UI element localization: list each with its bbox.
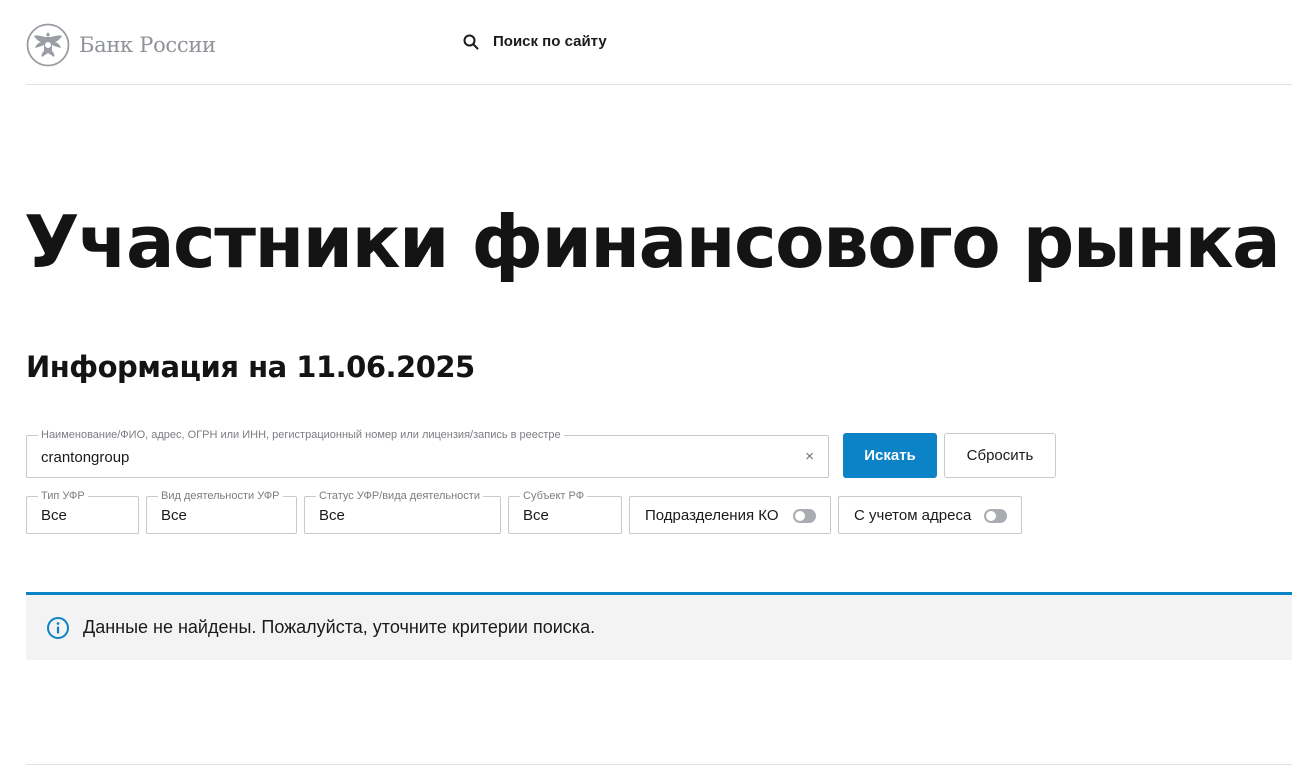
filter-status-select[interactable]: Статус УФР/вида деятельности Все	[304, 489, 501, 534]
no-results-notice: Данные не найдены. Пожалуйста, уточните …	[26, 592, 1292, 660]
branches-switch[interactable]	[793, 509, 816, 523]
notice-text: Данные не найдены. Пожалуйста, уточните …	[83, 617, 596, 637]
toggle-branches[interactable]: Подразделения КО	[629, 496, 831, 534]
filter-activity-type-select[interactable]: Вид деятельности УФР Все	[146, 489, 297, 534]
search-icon	[463, 34, 479, 49]
filter-legend: Статус УФР/вида деятельности	[316, 489, 483, 503]
filter-value: Все	[319, 507, 345, 524]
page-title: Участники финансового рынка	[24, 200, 1281, 284]
toggle-label: Подразделения КО	[645, 506, 779, 524]
search-submit-button[interactable]: Искать	[843, 433, 937, 478]
reset-button[interactable]: Сбросить	[944, 433, 1056, 478]
filter-value: Все	[41, 507, 67, 524]
search-field-legend: Наименование/ФИО, адрес, ОГРН или ИНН, р…	[38, 428, 564, 442]
clear-search-icon[interactable]: ×	[805, 448, 814, 466]
switch-knob	[986, 511, 996, 521]
filter-region-select[interactable]: Субъект РФ Все	[508, 489, 622, 534]
address-switch[interactable]	[984, 509, 1007, 523]
logo-text: Банк России	[79, 33, 216, 57]
filter-legend: Тип УФР	[38, 489, 88, 503]
registry-search-input[interactable]: Наименование/ФИО, адрес, ОГРН или ИНН, р…	[26, 428, 829, 478]
filter-legend: Вид деятельности УФР	[158, 489, 283, 503]
info-date-heading: Информация на 11.06.2025	[26, 350, 475, 384]
toggle-label: С учетом адреса	[854, 506, 972, 524]
site-header: Банк России Поиск по сайту	[26, 0, 1292, 85]
filter-ufr-type-select[interactable]: Тип УФР Все	[26, 489, 139, 534]
footer-divider	[26, 764, 1292, 765]
filter-value: Все	[523, 507, 549, 524]
search-field-value[interactable]: crantongroup	[41, 449, 129, 466]
bank-logo[interactable]: Банк России	[26, 23, 216, 67]
bank-emblem-icon	[26, 23, 70, 67]
site-search-label: Поиск по сайту	[493, 33, 607, 50]
toggle-address[interactable]: С учетом адреса	[838, 496, 1022, 534]
filter-value: Все	[161, 507, 187, 524]
switch-knob	[795, 511, 805, 521]
info-icon	[47, 616, 69, 639]
site-search-button[interactable]: Поиск по сайту	[463, 33, 607, 50]
filter-legend: Субъект РФ	[520, 489, 588, 503]
